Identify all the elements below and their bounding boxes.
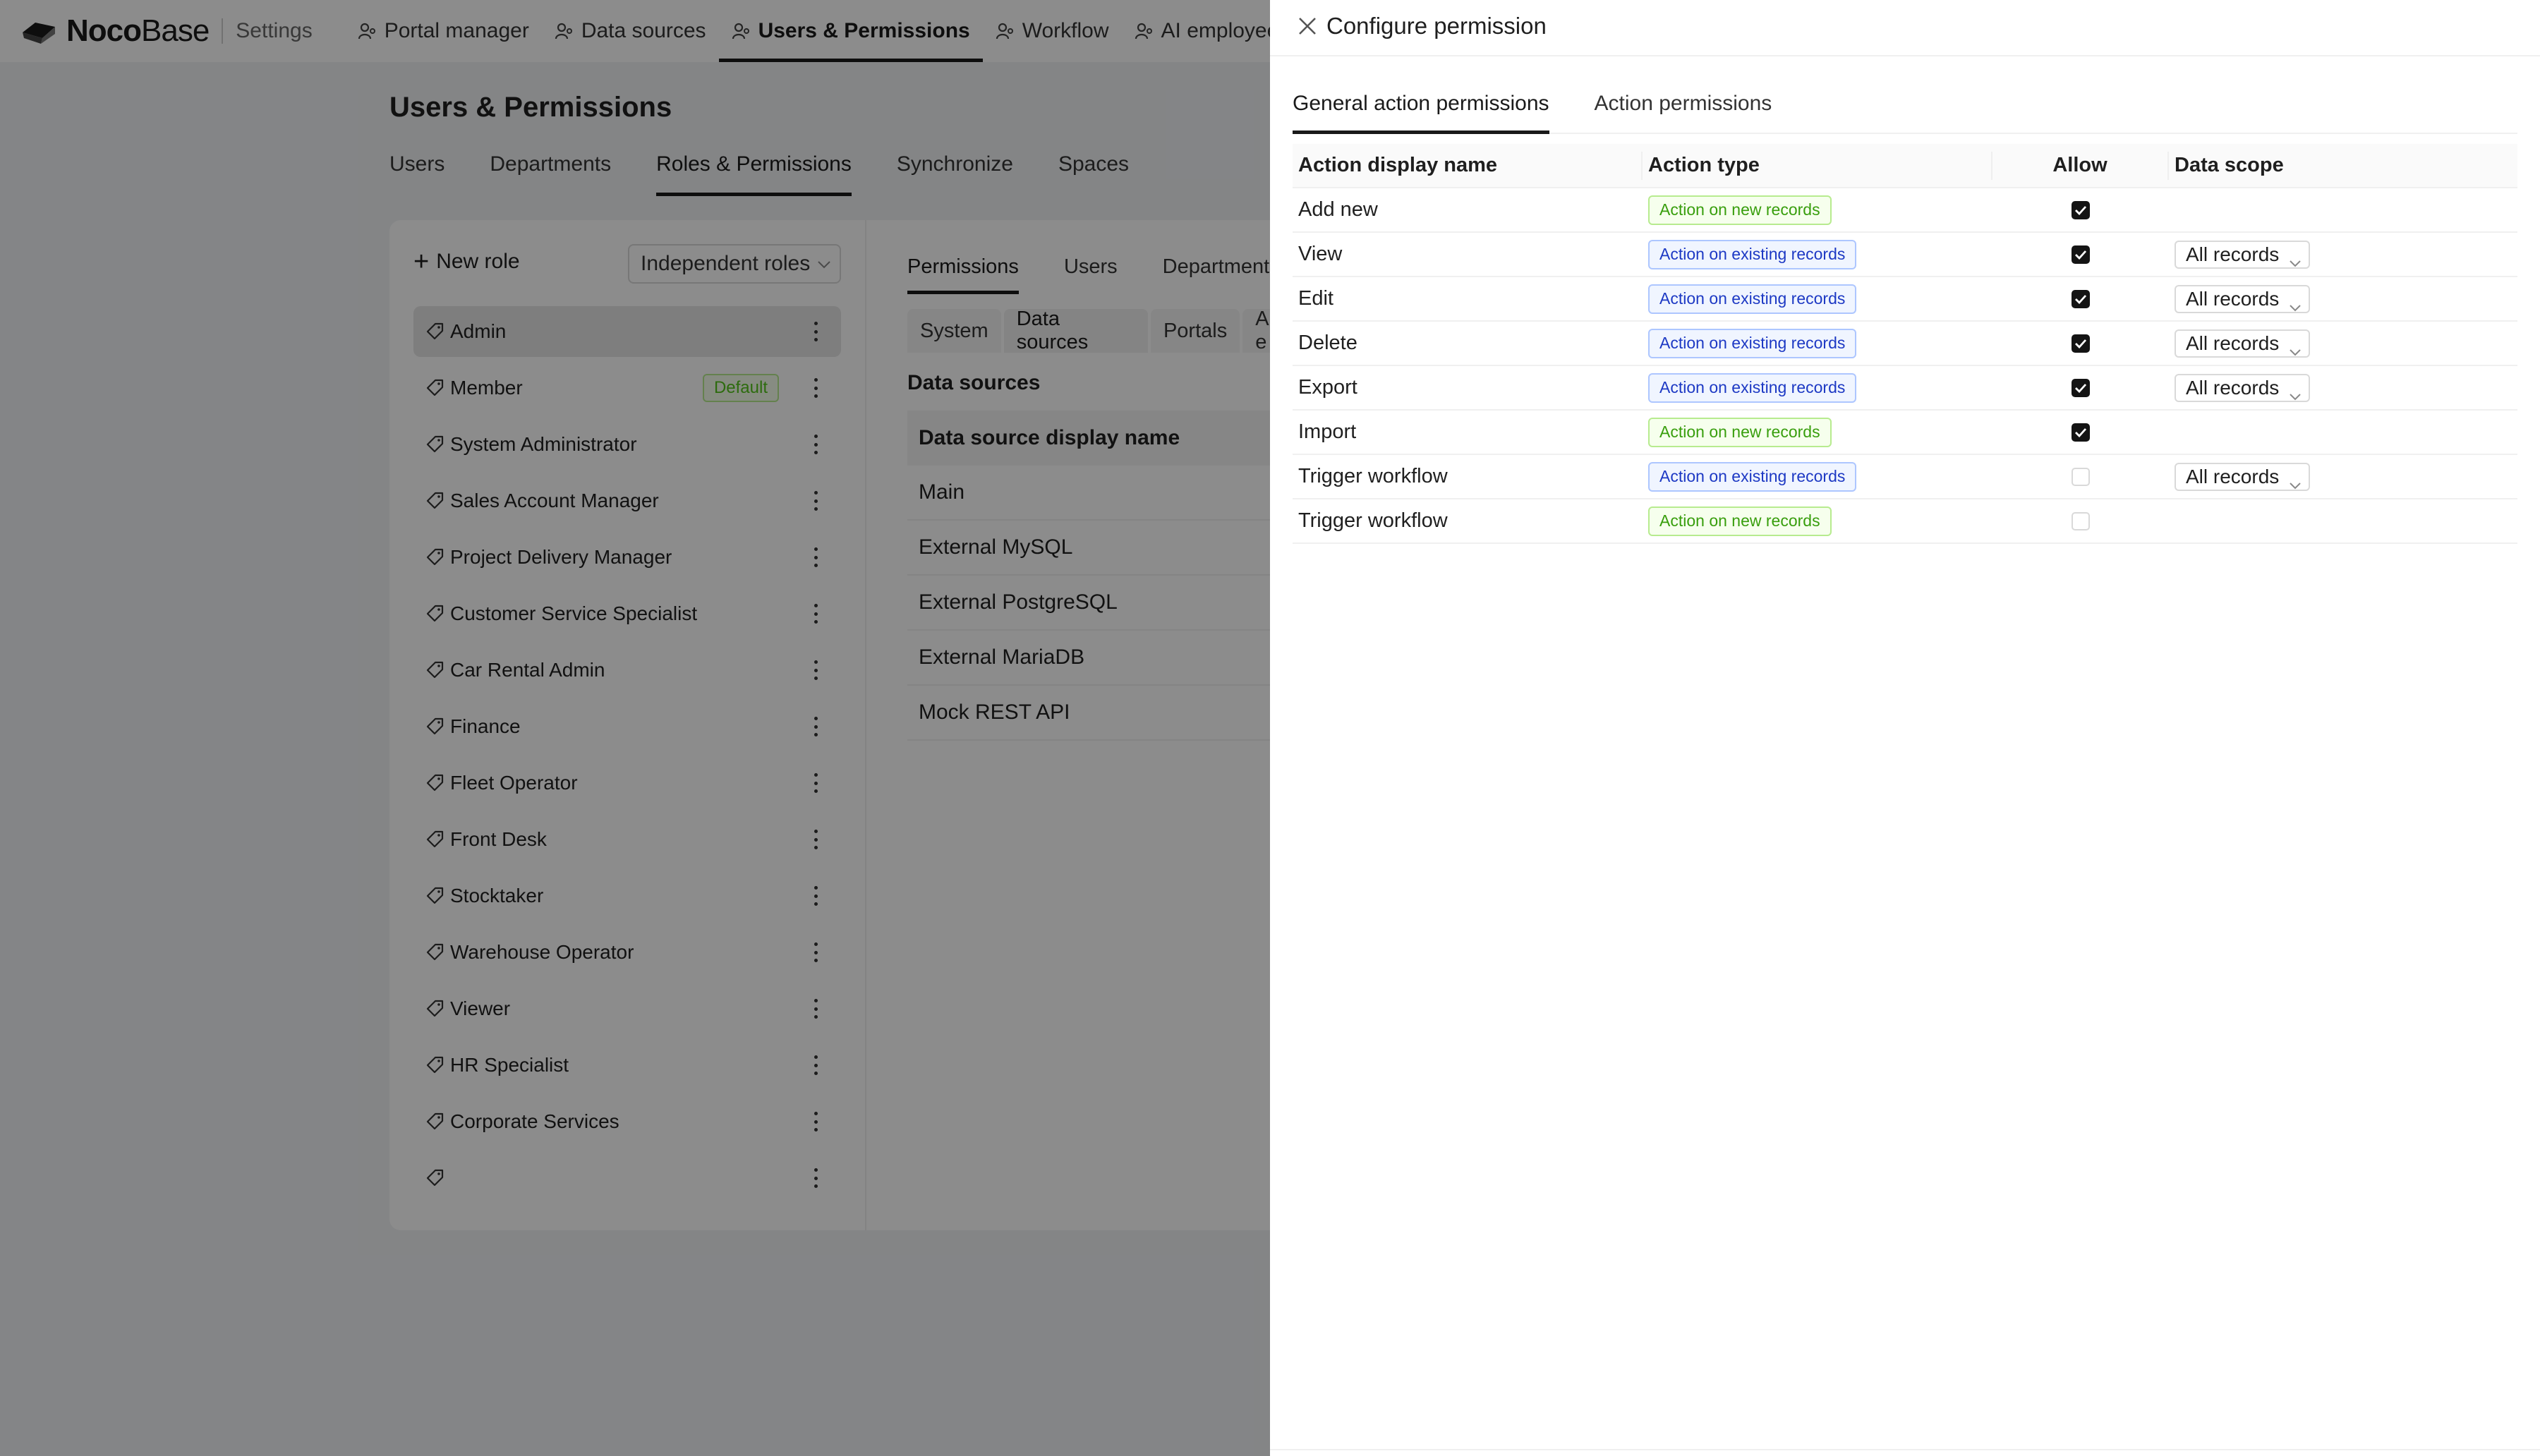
allow-cell <box>1992 378 2169 397</box>
table-row: Import Action on new records <box>1293 411 2517 455</box>
chevron-down-icon <box>2289 384 2302 400</box>
chevron-down-icon <box>2289 473 2302 489</box>
table-row: Delete Action on existing records All reco… <box>1293 322 2517 366</box>
action-type-cell: Action on existing records <box>1643 461 1992 492</box>
close-icon[interactable] <box>1295 14 1319 38</box>
allow-cell <box>1992 334 2169 353</box>
action-name: Delete <box>1298 332 1357 354</box>
data-scope-select[interactable]: All records <box>2175 284 2311 313</box>
action-name: Edit <box>1298 287 1334 310</box>
allow-checkbox[interactable] <box>2072 200 2090 219</box>
action-name: View <box>1298 243 1343 265</box>
allow-cell <box>1992 423 2169 442</box>
allow-cell <box>1992 245 2169 264</box>
allow-checkbox[interactable] <box>2072 245 2090 264</box>
chevron-down-icon <box>2289 250 2302 267</box>
allow-checkbox[interactable] <box>2072 467 2090 486</box>
configure-permission-drawer: Configure permission General action perm… <box>1270 0 2540 1456</box>
data-scope-value: All records <box>2186 287 2280 310</box>
data-scope-value: All records <box>2186 243 2280 265</box>
action-type-tag: Action on new records <box>1648 506 1832 536</box>
allow-cell <box>1992 200 2169 219</box>
drawer-tabs: General action permissions Action permiss… <box>1293 92 2517 134</box>
action-type-tag: Action on existing records <box>1648 461 1857 492</box>
drawer-title: Configure permission <box>1326 13 1547 39</box>
action-type-cell: Action on existing records <box>1643 239 1992 269</box>
data-scope-select[interactable]: All records <box>2175 462 2311 491</box>
allow-checkbox[interactable] <box>2072 511 2090 530</box>
drawer-tab[interactable]: General action permissions <box>1293 92 1549 134</box>
table-header-row: Action display name Action type Allow Da… <box>1293 144 2517 188</box>
allow-checkbox[interactable] <box>2072 423 2090 442</box>
allow-checkbox[interactable] <box>2072 334 2090 353</box>
table-row: Trigger workflow Action on existing recor… <box>1293 455 2517 499</box>
drawer-footer <box>1270 1449 2540 1456</box>
table-row: Edit Action on existing records All record… <box>1293 277 2517 322</box>
action-type-tag: Action on new records <box>1648 417 1832 447</box>
data-scope-cell: All records <box>2169 240 2517 269</box>
allow-cell <box>1992 289 2169 308</box>
chevron-down-icon <box>2289 339 2302 356</box>
action-type-tag: Action on existing records <box>1648 328 1857 358</box>
data-scope-select[interactable]: All records <box>2175 373 2311 402</box>
action-type-tag: Action on existing records <box>1648 372 1857 403</box>
action-type-cell: Action on existing records <box>1643 284 1992 314</box>
data-scope-select[interactable]: All records <box>2175 240 2311 269</box>
action-name: Export <box>1298 376 1357 399</box>
action-permissions-table: Action display name Action type Allow Da… <box>1293 144 2517 544</box>
drawer-tab[interactable]: Action permissions <box>1595 92 1772 133</box>
chevron-down-icon <box>2289 295 2302 311</box>
table-row: Trigger workflow Action on new records <box>1293 499 2517 544</box>
data-scope-value: All records <box>2186 465 2280 487</box>
data-scope-cell: All records <box>2169 329 2517 358</box>
allow-checkbox[interactable] <box>2072 289 2090 308</box>
action-type-tag: Action on existing records <box>1648 239 1857 269</box>
data-scope-cell: All records <box>2169 462 2517 491</box>
table-row: Export Action on existing records All reco… <box>1293 366 2517 411</box>
data-scope-value: All records <box>2186 332 2280 354</box>
column-header: Action display name <box>1293 151 1643 180</box>
allow-checkbox[interactable] <box>2072 378 2090 397</box>
data-scope-select[interactable]: All records <box>2175 329 2311 358</box>
action-type-cell: Action on new records <box>1643 417 1992 447</box>
allow-cell <box>1992 467 2169 486</box>
action-type-cell: Action on existing records <box>1643 328 1992 358</box>
table-row: View Action on existing records All record… <box>1293 233 2517 277</box>
column-header: Allow <box>1992 151 2169 180</box>
action-type-tag: Action on new records <box>1648 195 1832 225</box>
allow-cell <box>1992 511 2169 530</box>
action-type-cell: Action on new records <box>1643 195 1992 225</box>
column-header: Data scope <box>2175 154 2284 176</box>
data-scope-value: All records <box>2186 376 2280 399</box>
action-name: Trigger workflow <box>1298 509 1448 532</box>
action-name: Add new <box>1298 198 1378 221</box>
action-type-cell: Action on new records <box>1643 506 1992 536</box>
data-scope-cell: All records <box>2169 373 2517 402</box>
column-header: Action type <box>1643 151 1992 180</box>
drawer-header: Configure permission <box>1270 0 2540 56</box>
action-type-tag: Action on existing records <box>1648 284 1857 314</box>
data-scope-cell: All records <box>2169 284 2517 313</box>
action-type-cell: Action on existing records <box>1643 372 1992 403</box>
action-name: Trigger workflow <box>1298 465 1448 487</box>
action-name: Import <box>1298 420 1357 443</box>
table-row: Add new Action on new records <box>1293 188 2517 233</box>
